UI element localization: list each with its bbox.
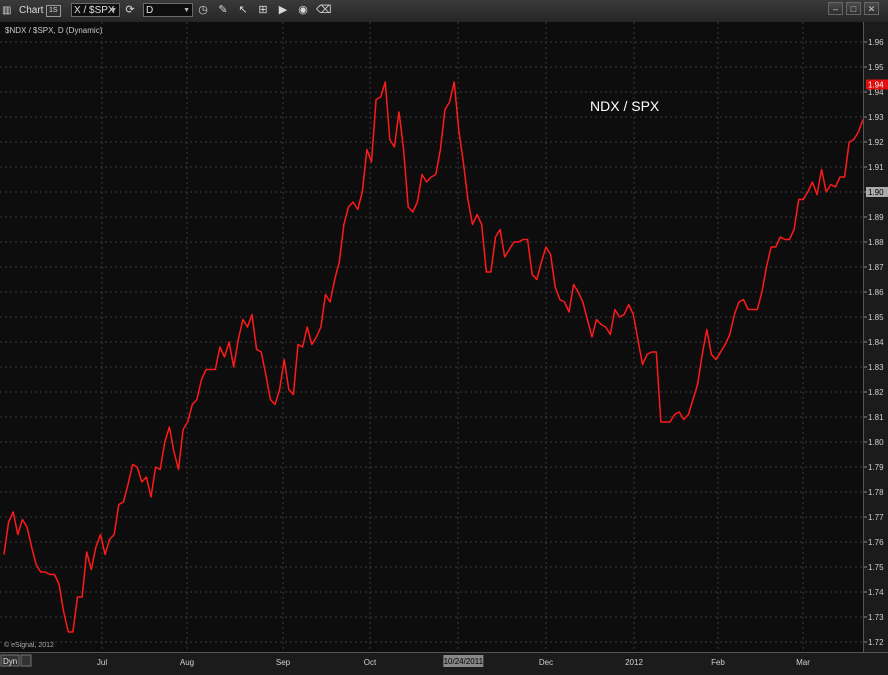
y-tick-label: 1.77 xyxy=(868,513,884,522)
dyn-label: Dyn xyxy=(3,657,17,666)
maximize-button[interactable]: □ xyxy=(846,2,861,15)
ndx-spx-line xyxy=(3,81,888,633)
y-tick-label: 1.87 xyxy=(868,263,884,272)
chart-info-label: $NDX / $SPX, D (Dynamic) xyxy=(5,26,103,35)
y-tick-label: 1.89 xyxy=(868,213,884,222)
ref-price-label: 1.90 xyxy=(868,188,884,197)
y-tick-label: 1.83 xyxy=(868,363,884,372)
y-tick-label: 1.76 xyxy=(868,538,884,547)
x-axis[interactable]: Dyn JulAugSepOctNovDec2012FebMar10/24/20… xyxy=(0,652,888,669)
chart-link-badge[interactable]: 1S xyxy=(46,5,61,17)
refresh-icon[interactable]: ⟳ xyxy=(123,3,137,17)
y-axis-scale: 1.72 1.73 1.74 1.75 1.76 1.77 1.78 1.79 1.80 1.81… xyxy=(864,38,888,647)
x-tick-label: Oct xyxy=(364,658,377,667)
y-tick-label: 1.88 xyxy=(868,238,884,247)
y-tick-label: 1.79 xyxy=(868,463,884,472)
y-tick-label: 1.93 xyxy=(868,113,884,122)
y-tick-label: 1.95 xyxy=(868,63,884,72)
pencil-icon[interactable]: ✎ xyxy=(216,3,230,17)
y-tick-label: 1.86 xyxy=(868,288,884,297)
chart-window-label: Chart xyxy=(19,5,44,16)
eraser-icon[interactable]: ⌫ xyxy=(316,3,332,17)
x-tick-label: Jul xyxy=(97,658,107,667)
x-tick-label: Sep xyxy=(276,658,291,667)
play-icon[interactable]: ▶ xyxy=(276,3,290,17)
y-tick-label: 1.91 xyxy=(868,163,884,172)
interval-input[interactable]: D ▼ xyxy=(143,3,193,17)
y-tick-label: 1.74 xyxy=(868,588,884,597)
y-tick-label: 1.75 xyxy=(868,563,884,572)
scale-toggle-icon[interactable] xyxy=(20,654,32,667)
chevron-down-icon[interactable]: ▼ xyxy=(110,4,117,18)
symbol-input-value: X / $SPX xyxy=(74,5,115,16)
link-icon[interactable]: ⊞ xyxy=(256,3,270,17)
y-axis[interactable]: 1.72 1.73 1.74 1.75 1.76 1.77 1.78 1.79 1.80 1.81… xyxy=(863,22,888,652)
y-tick-label: 1.80 xyxy=(868,438,884,447)
window-grip-icon[interactable]: ▥ xyxy=(2,3,11,18)
y-tick-label: 1.84 xyxy=(868,338,884,347)
copyright-label: © eSignal, 2012 xyxy=(4,641,54,649)
close-button[interactable]: ✕ xyxy=(864,2,879,15)
y-tick-label: 1.72 xyxy=(868,638,884,647)
minimize-button[interactable]: – xyxy=(828,2,843,15)
compass-icon[interactable]: ◉ xyxy=(296,3,310,17)
x-tick-label: Dec xyxy=(539,658,553,667)
y-tick-label: 1.81 xyxy=(868,413,884,422)
clock-icon[interactable]: ◷ xyxy=(196,3,210,17)
x-axis-scale: Dyn JulAugSepOctNovDec2012FebMar10/24/20… xyxy=(0,654,810,667)
gridlines xyxy=(0,22,863,652)
y-tick-label: 1.85 xyxy=(868,313,884,322)
y-tick-label: 1.78 xyxy=(868,488,884,497)
y-tick-label: 1.73 xyxy=(868,613,884,622)
y-tick-label: 1.92 xyxy=(868,138,884,147)
cursor-icon[interactable]: ↖ xyxy=(236,3,250,17)
x-tick-label: 2012 xyxy=(625,658,643,667)
y-tick-label: 1.82 xyxy=(868,388,884,397)
chart-toolbar: ▥ Chart 1S X / $SPX ▼ ⟳ D ▼ ◷ ✎ ↖ ⊞ ▶ ◉ … xyxy=(0,0,888,23)
x-tick-label: Mar xyxy=(796,658,810,667)
x-tick-label: Aug xyxy=(180,658,194,667)
chart-plot-area[interactable]: $NDX / $SPX, D (Dynamic) NDX / SPX © eSi… xyxy=(0,22,888,652)
crosshair-date-label: 10/24/2011 xyxy=(444,657,484,666)
y-tick-label: 1.96 xyxy=(868,38,884,47)
x-tick-label: Feb xyxy=(711,658,725,667)
chevron-down-icon[interactable]: ▼ xyxy=(183,4,190,18)
price-chart: $NDX / $SPX, D (Dynamic) NDX / SPX © eSi… xyxy=(0,22,888,652)
last-price-label: 1.94 xyxy=(868,81,884,90)
symbol-input[interactable]: X / $SPX ▼ xyxy=(71,3,120,17)
interval-input-value: D xyxy=(146,5,154,16)
chart-title: NDX / SPX xyxy=(590,98,660,114)
series-layer xyxy=(3,81,888,633)
